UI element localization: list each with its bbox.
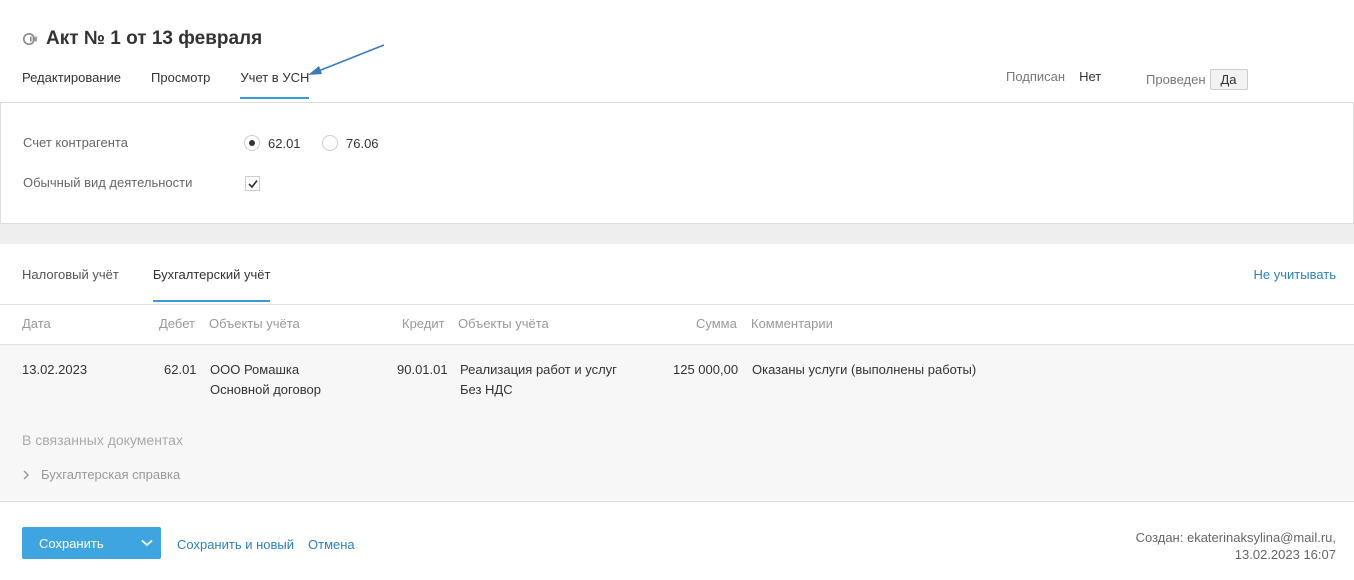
usn-settings-panel: Счет контрагента 62.01 76.06 Обычный вид… — [0, 103, 1354, 224]
title-row: Акт № 1 от 13 февраля — [22, 28, 262, 50]
related-document-item[interactable]: Бухгалтерская справка — [22, 467, 180, 482]
row-credit: 90.01.01 — [397, 362, 448, 377]
created-info: Создан: ekaterinaksylina@mail.ru, 13.02.… — [1136, 529, 1336, 563]
col-credit-objects: Объекты учёта — [458, 316, 549, 331]
radio-label: 62.01 — [268, 135, 301, 151]
col-comments: Комментарии — [751, 316, 833, 331]
checkmark-icon — [248, 180, 258, 189]
save-button[interactable]: Сохранить — [22, 536, 132, 551]
col-debit: Дебет — [159, 316, 195, 331]
tab-edit[interactable]: Редактирование — [22, 70, 121, 99]
signed-label: Подписан — [1006, 69, 1066, 84]
chevron-down-icon — [140, 539, 153, 547]
radio-account-7606[interactable]: 76.06 — [322, 135, 379, 151]
activity-label: Обычный вид деятельности — [23, 175, 193, 190]
col-date: Дата — [22, 316, 51, 331]
radio-label: 76.06 — [346, 135, 379, 151]
save-and-new-link[interactable]: Сохранить и новый — [177, 537, 294, 552]
save-button-group: Сохранить — [22, 527, 161, 559]
page-title: Акт № 1 от 13 февраля — [46, 28, 263, 49]
related-documents-title: В связанных документах — [22, 432, 183, 448]
created-at: 13.02.2023 16:07 — [1234, 547, 1336, 562]
chevron-right-icon — [23, 469, 30, 480]
posted-status-icon[interactable] — [22, 32, 40, 46]
posted-label: Проведен — [1146, 72, 1206, 87]
table-head-divider — [0, 344, 1354, 345]
cancel-link[interactable]: Отмена — [308, 537, 355, 552]
row-debit-contract: Основной договор — [210, 382, 321, 397]
row-comment: Оказаны услуги (выполнены работы) — [752, 362, 977, 377]
document-page: Акт № 1 от 13 февраля Редактирование Про… — [0, 0, 1354, 580]
tab-bookkeeping[interactable]: Бухгалтерский учёт — [152, 267, 271, 302]
col-amount: Сумма — [696, 316, 737, 331]
related-document-label: Бухгалтерская справка — [41, 467, 181, 482]
activity-checkbox[interactable] — [245, 176, 260, 191]
row-debit-counterparty: ООО Ромашка — [210, 362, 300, 377]
accounting-tabs: Налоговый учёт Бухгалтерский учёт — [22, 267, 304, 302]
created-by: Создан: ekaterinaksylina@mail.ru, — [1135, 530, 1336, 545]
row-credit-object: Реализация работ и услуг — [460, 362, 617, 377]
col-credit: Кредит — [402, 316, 445, 331]
table-top-divider — [0, 304, 1354, 305]
row-credit-vat: Без НДС — [460, 382, 513, 397]
col-debit-objects: Объекты учёта — [209, 316, 300, 331]
annotation-arrow-icon — [308, 44, 385, 75]
row-debit: 62.01 — [164, 362, 197, 377]
radio-account-6201[interactable]: 62.01 — [244, 135, 301, 151]
save-options-toggle[interactable] — [132, 527, 161, 559]
footer-divider — [0, 501, 1354, 502]
posted-status: Проведен Да — [1146, 69, 1248, 90]
section-separator — [0, 224, 1354, 244]
tab-view[interactable]: Просмотр — [151, 70, 210, 99]
row-amount: 125 000,00 — [673, 362, 739, 377]
tab-tax-accounting[interactable]: Налоговый учёт — [22, 267, 119, 302]
row-date: 13.02.2023 — [22, 362, 88, 377]
signed-status: Подписан Нет — [1006, 69, 1101, 84]
ignore-link[interactable]: Не учитывать — [1254, 267, 1337, 282]
radio-button[interactable] — [322, 135, 338, 151]
posted-value-badge[interactable]: Да — [1209, 69, 1248, 90]
signed-value[interactable]: Нет — [1079, 69, 1101, 84]
radio-button-checked[interactable] — [244, 135, 260, 151]
account-label: Счет контрагента — [23, 135, 128, 150]
document-tabs: Редактирование Просмотр Учет в УСН — [22, 70, 339, 99]
